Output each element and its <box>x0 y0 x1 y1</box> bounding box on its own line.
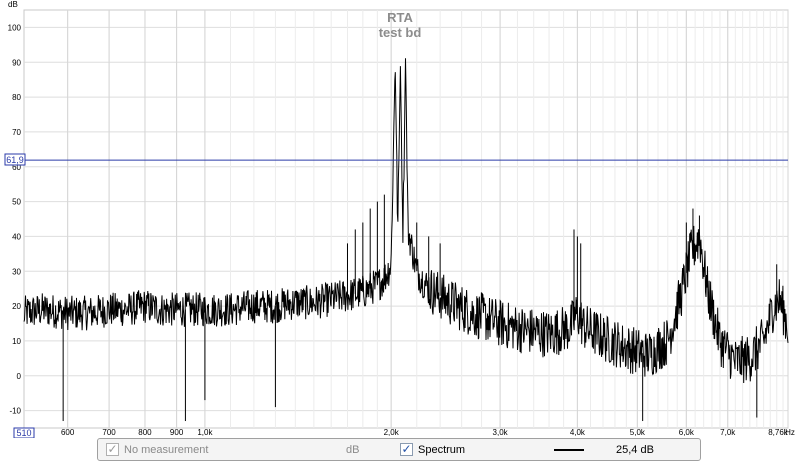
level-value: 25,4 dB <box>616 444 654 456</box>
marker-label: 61,9 <box>6 155 24 165</box>
x-tick-label: 900 <box>170 428 184 437</box>
x-tick-label: 1,0k <box>197 428 213 437</box>
spectrum-label: Spectrum <box>418 444 466 456</box>
no-measurement-checkbox[interactable]: ✓ <box>106 443 119 456</box>
x-start-label: 510 <box>16 428 31 438</box>
y-tick-label: 20 <box>12 302 21 311</box>
x-tick-label: 6,0k <box>679 428 695 437</box>
no-measurement-label: No measurement <box>124 444 209 456</box>
x-tick-label: 700 <box>102 428 116 437</box>
y-axis-unit: dB <box>8 0 18 9</box>
y-tick-label: 70 <box>12 128 21 137</box>
y-tick-label: 90 <box>12 58 21 67</box>
y-tick-label: 40 <box>12 232 21 241</box>
unit-label: dB <box>346 444 360 456</box>
chart-subtitle: test bd <box>379 25 422 40</box>
y-tick-label: 30 <box>12 267 21 276</box>
legend-bar: ✓ No measurement dB ✓ Spectrum 25,4 dB <box>97 438 701 461</box>
y-tick-label: 100 <box>8 23 22 32</box>
y-tick-label: 50 <box>12 198 21 207</box>
y-tick-label: 80 <box>12 93 21 102</box>
spectrum-checkbox[interactable]: ✓ <box>400 443 413 456</box>
x-tick-label: 800 <box>138 428 152 437</box>
rta-chart: -100102030405060708090100600 700 800 900 1,0… <box>4 0 795 438</box>
x-tick-label: 4,0k <box>570 428 586 437</box>
y-tick-label: 10 <box>12 337 21 346</box>
spectrum-line-swatch <box>554 449 584 451</box>
y-tick-label: -10 <box>9 407 21 416</box>
x-axis-unit: Hz <box>785 428 795 437</box>
x-tick-label: 600 <box>61 428 75 437</box>
chart-title: RTA <box>387 10 413 25</box>
x-tick-label: 5,0k <box>630 428 646 437</box>
x-tick-label: 7,0k <box>720 428 736 437</box>
x-tick-label: 3,0k <box>493 428 509 437</box>
y-tick-label: 0 <box>17 372 22 381</box>
x-tick-label: 2,0k <box>384 428 400 437</box>
